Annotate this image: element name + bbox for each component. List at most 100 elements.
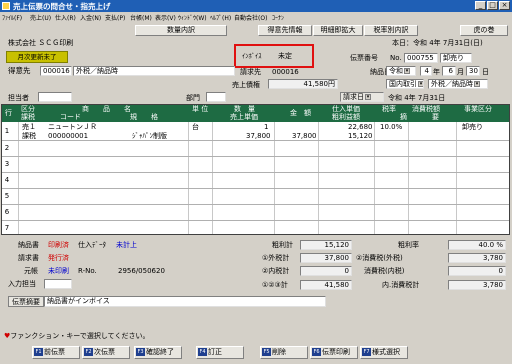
tips-button[interactable]: 虎の巻 [460, 25, 508, 36]
quantity-breakdown-button[interactable]: 数量内訳 [135, 25, 227, 36]
tax-mode-select[interactable]: 外税／納品時 ▾ [428, 79, 488, 89]
balance-label: 売上債権 [232, 81, 260, 89]
input-staff-label: 入力担当 [8, 280, 36, 288]
table-row[interactable]: 5 [2, 189, 509, 204]
col-memo-1: 摘 [400, 113, 407, 121]
col-unit-price: 売上単価 [230, 113, 258, 121]
consumption-tax-int-field: 0 [448, 266, 506, 276]
qty-cell: 1 [264, 123, 269, 131]
delivery-month-field[interactable]: 6 [442, 66, 456, 76]
delivery-era-select[interactable]: 令和 ▾ [386, 66, 416, 76]
consumption-tax-ext-field: 3,780 [448, 253, 506, 263]
grand-total-field: 41,580 [300, 280, 352, 290]
delivery-year-field[interactable]: 4 [420, 66, 432, 76]
f4-key-icon: F4 [198, 348, 207, 356]
menu-corner[interactable]: ｺｰﾅﾝ [272, 13, 284, 22]
detail-expand-button[interactable]: 明細即拡大 [313, 25, 363, 36]
amount-cell: 37,800 [292, 132, 317, 140]
gross-profit-total-label: 粗利計 [272, 241, 293, 249]
menu-file[interactable]: ﾌｧｲﾙ(F) [2, 13, 22, 22]
input-staff-field[interactable] [44, 279, 72, 289]
menu-receipt[interactable]: 入金(N) [80, 13, 101, 22]
f1-key-icon: F1 [34, 348, 43, 356]
consumption-tax-int-label: 消費税(内税) [364, 267, 405, 275]
col-amount: 金 額 [290, 109, 311, 117]
rno-label: R-No. [78, 267, 97, 275]
dept-field[interactable] [206, 92, 226, 102]
domestic-select[interactable]: 国内取引 ▾ [386, 79, 424, 89]
billing-code: 000016 [272, 68, 299, 76]
purchase-data-label: 仕入ﾃﾞｰﾀ [78, 241, 106, 249]
col-kazei: 課税 [21, 113, 35, 121]
menu-help[interactable]: ﾍﾙﾌﾟ(H) [210, 13, 231, 22]
slip-number-label: 伝票番号 [350, 54, 378, 62]
today-date: 本日：令和 4年 7月31日(日) [392, 39, 483, 47]
gross-profit-rate-field: 40.0 % [448, 240, 506, 250]
slip-type-field[interactable]: 卸売り [440, 53, 472, 63]
unit-cell: 台 [192, 123, 199, 131]
monthly-update-status: 月次更新未了 [6, 51, 68, 63]
tax-rate-cell: 10.0% [380, 123, 403, 131]
col-tax-rate: 税率 [382, 105, 396, 113]
year-unit: 年 [433, 68, 440, 76]
f1-prev-slip-button[interactable]: F1 前伝票 [32, 346, 80, 359]
customer-info-button[interactable]: 得意先情報 [258, 25, 312, 36]
billing-date-select[interactable]: 請求日 ▾ [340, 92, 384, 102]
menu-payment[interactable]: 支払(P) [105, 13, 125, 22]
chevron-down-icon: ▾ [365, 94, 371, 100]
tax-rate-breakdown-button[interactable]: 税率別内訳 [364, 25, 418, 36]
spec-cell: ｼﾞｬﾊﾟﾝ制版 [132, 132, 167, 140]
col-spec: 規 格 [130, 113, 158, 121]
f5-key-icon: F5 [262, 348, 271, 356]
product-code-cell: 000000001 [48, 132, 89, 140]
table-row[interactable]: 4 [2, 173, 509, 188]
f7-key-icon: F7 [362, 348, 371, 356]
f4-correct-button[interactable]: F4 訂正 [196, 346, 244, 359]
staff-field[interactable] [38, 92, 72, 102]
table-row[interactable]: 7 [2, 221, 509, 234]
day-unit: 日 [482, 68, 489, 76]
f6-print-button[interactable]: F6 伝票印刷 [310, 346, 358, 359]
table-row[interactable]: 2 [2, 141, 509, 156]
external-tax-total-label: ①外税計 [262, 254, 290, 262]
product-name-cell: ニュートンＪＲ [48, 123, 97, 131]
f3-confirm-button[interactable]: F3 確認終了 [134, 346, 182, 359]
menu-view[interactable]: 表示(V) [155, 13, 176, 22]
col-code: コード [60, 113, 81, 121]
cost-cell: 22,680 [348, 123, 373, 131]
detail-grid: 行 区分 課税 商 品 名 コード 規 格 単 位 数 量 売上単価 金 額 仕… [1, 104, 510, 235]
minimize-button[interactable]: _ [475, 1, 486, 10]
slip-memo-field[interactable]: 納品書がインボイス [44, 296, 326, 307]
menu-bar: ﾌｧｲﾙ(F) 売上(U) 仕入(R) 入金(N) 支払(P) 台帳(M) 表示… [0, 12, 512, 23]
f7-format-select-button[interactable]: F7 様式選択 [360, 346, 408, 359]
table-row[interactable]: 3 [2, 157, 509, 172]
close-button[interactable]: × [499, 1, 510, 10]
customer-code-field[interactable]: 000016 [40, 66, 72, 76]
menu-sales[interactable]: 売上(U) [30, 13, 51, 22]
slip-no-label: No. [390, 54, 402, 62]
f3-key-icon: F3 [136, 348, 145, 356]
f2-next-slip-button[interactable]: F2 次伝票 [82, 346, 130, 359]
internal-tax-total-field: 0 [300, 266, 352, 276]
delivery-day-field[interactable]: 30 [466, 66, 480, 76]
menu-ledger[interactable]: 台帳(M) [130, 13, 152, 22]
col-business-type: 事業区分 [464, 105, 492, 113]
menu-auto-company[interactable]: 自動会社(O) [234, 13, 267, 22]
gross-profit-rate-label: 粗利率 [398, 241, 419, 249]
billing-label: 請求先 [240, 68, 261, 76]
col-cost-price: 仕入単価 [332, 105, 360, 113]
slip-number-field[interactable]: 000755 [404, 53, 438, 63]
f6-key-icon: F6 [312, 348, 321, 356]
delivery-note-label: 納品書 [18, 241, 39, 249]
table-row[interactable]: 6 [2, 205, 509, 220]
table-row[interactable]: 1 売１ 課税 ニュートンＪＲ 000000001 ｼﾞｬﾊﾟﾝ制版 台 1 3… [2, 122, 509, 140]
purchase-data-status: 未計上 [116, 241, 137, 249]
invoice-highlight: ｲﾝﾎﾞｲｽ 未定 [234, 44, 314, 68]
menu-purchase[interactable]: 仕入(R) [55, 13, 76, 22]
f5-delete-button[interactable]: F5 削除 [260, 346, 308, 359]
slip-memo-label: 伝票摘要 [8, 296, 44, 307]
price-cell: 37,800 [246, 132, 271, 140]
customer-name-field[interactable]: 外税／納品時 [73, 66, 235, 76]
maximize-button[interactable]: □ [487, 1, 498, 10]
menu-window[interactable]: ｳｨﾝﾄﾞｳ(W) [178, 13, 207, 22]
